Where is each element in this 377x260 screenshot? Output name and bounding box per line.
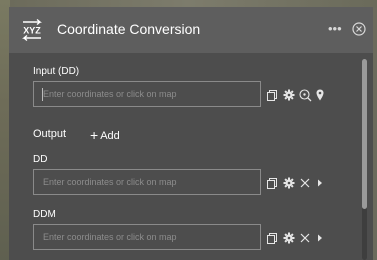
copy-icon[interactable] bbox=[267, 233, 277, 244]
gear-icon[interactable] bbox=[283, 232, 295, 244]
output-dd-input[interactable] bbox=[34, 170, 260, 194]
copy-icon[interactable] bbox=[267, 90, 277, 101]
zoom-icon[interactable] bbox=[299, 89, 312, 102]
copy-icon[interactable] bbox=[267, 178, 277, 189]
remove-icon[interactable] bbox=[300, 178, 310, 188]
panel-title: Coordinate Conversion bbox=[57, 21, 201, 37]
input-coordinates-input[interactable] bbox=[34, 82, 260, 106]
add-output-button[interactable]: + Add bbox=[90, 127, 120, 143]
add-label: Add bbox=[100, 130, 120, 142]
more-icon[interactable]: ••• bbox=[328, 21, 342, 36]
remove-icon[interactable] bbox=[300, 233, 310, 243]
input-label: Input (DD) bbox=[33, 66, 80, 77]
app-icon-text: XYZ bbox=[23, 26, 41, 36]
plus-icon: + bbox=[90, 127, 99, 143]
scrollbar-thumb[interactable] bbox=[362, 59, 367, 209]
input-coordinates-field[interactable] bbox=[33, 81, 261, 107]
output-ddm-input[interactable] bbox=[34, 225, 260, 249]
pin-icon[interactable] bbox=[316, 89, 324, 101]
gear-icon[interactable] bbox=[283, 89, 295, 101]
output-label: Output bbox=[33, 128, 67, 140]
scrollbar-track[interactable] bbox=[362, 59, 367, 260]
expand-icon[interactable] bbox=[317, 234, 323, 242]
output-row-label: DD bbox=[33, 154, 48, 165]
close-icon[interactable] bbox=[352, 22, 366, 36]
panel-header: XYZ Coordinate Conversion ••• bbox=[9, 7, 373, 53]
output-ddm-field[interactable] bbox=[33, 224, 261, 250]
xyz-app-icon: XYZ bbox=[22, 18, 42, 42]
gear-icon[interactable] bbox=[283, 177, 295, 189]
coordinate-conversion-panel: XYZ Coordinate Conversion ••• Input (DD) bbox=[9, 7, 373, 260]
text-caret bbox=[42, 88, 43, 101]
expand-icon[interactable] bbox=[317, 179, 323, 187]
output-row-label: DDM bbox=[33, 209, 56, 220]
output-dd-field[interactable] bbox=[33, 169, 261, 195]
